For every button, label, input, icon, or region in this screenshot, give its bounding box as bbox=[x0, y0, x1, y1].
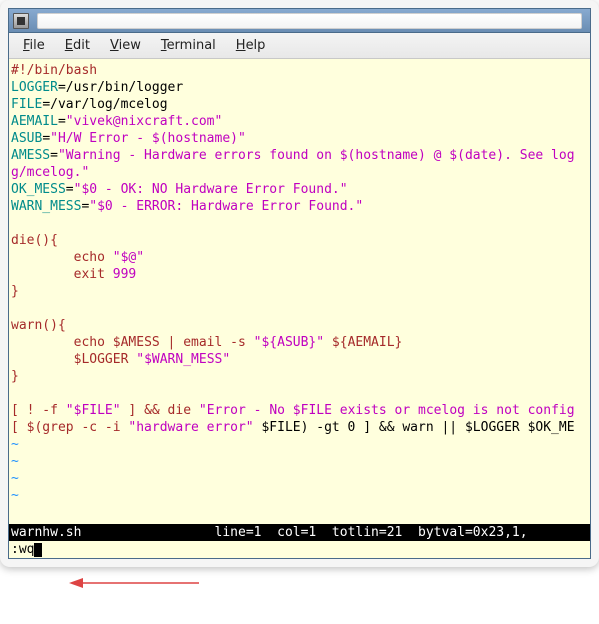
window-title bbox=[37, 13, 582, 29]
menubar: File Edit View Terminal Help bbox=[9, 33, 590, 59]
status-info: line=1 col=1 totlin=21 bytval=0x23,1, bbox=[215, 525, 528, 540]
menu-file[interactable]: File bbox=[15, 36, 53, 55]
code-line: #!/bin/bash bbox=[11, 63, 97, 78]
code-line: die(){ bbox=[11, 233, 58, 248]
menu-edit[interactable]: Edit bbox=[57, 36, 98, 55]
terminal-window: File Edit View Terminal Help #!/bin/bash… bbox=[8, 8, 591, 559]
code-line: ASUB bbox=[11, 131, 42, 146]
terminal-icon bbox=[13, 13, 29, 29]
code-line: g/mcelog." bbox=[11, 165, 89, 180]
callout-arrow bbox=[69, 542, 199, 624]
editor-viewport[interactable]: #!/bin/bash LOGGER=/usr/bin/logger FILE=… bbox=[9, 59, 590, 524]
menu-terminal[interactable]: Terminal bbox=[153, 36, 224, 55]
code-line: [ $(grep -c -i bbox=[11, 420, 128, 435]
vim-status-bar: warnhw.sh line=1 col=1 totlin=21 bytval=… bbox=[9, 524, 590, 541]
empty-line-tilde: ~ bbox=[11, 437, 19, 452]
empty-line-tilde: ~ bbox=[11, 454, 19, 469]
code-line: [ ! -f bbox=[11, 403, 66, 418]
menu-help[interactable]: Help bbox=[228, 36, 274, 55]
code-line: LOGGER bbox=[11, 80, 58, 95]
code-line: warn(){ bbox=[11, 318, 66, 333]
menu-view[interactable]: View bbox=[102, 36, 149, 55]
vim-command-line[interactable]: :wq bbox=[9, 541, 590, 558]
command-text: :wq bbox=[11, 541, 34, 558]
window-frame: File Edit View Terminal Help #!/bin/bash… bbox=[0, 0, 599, 567]
cursor-block bbox=[34, 543, 42, 557]
titlebar[interactable] bbox=[9, 9, 590, 33]
empty-line-tilde: ~ bbox=[11, 471, 19, 486]
code-line: OK_MESS bbox=[11, 182, 66, 197]
code-line: FILE bbox=[11, 97, 42, 112]
code-line: } bbox=[11, 284, 19, 299]
empty-line-tilde: ~ bbox=[11, 488, 19, 503]
code-line: } bbox=[11, 369, 19, 384]
status-filename: warnhw.sh bbox=[11, 525, 81, 540]
code-line: WARN_MESS bbox=[11, 199, 81, 214]
code-line: AEMAIL bbox=[11, 114, 58, 129]
code-line: AMESS bbox=[11, 148, 50, 163]
